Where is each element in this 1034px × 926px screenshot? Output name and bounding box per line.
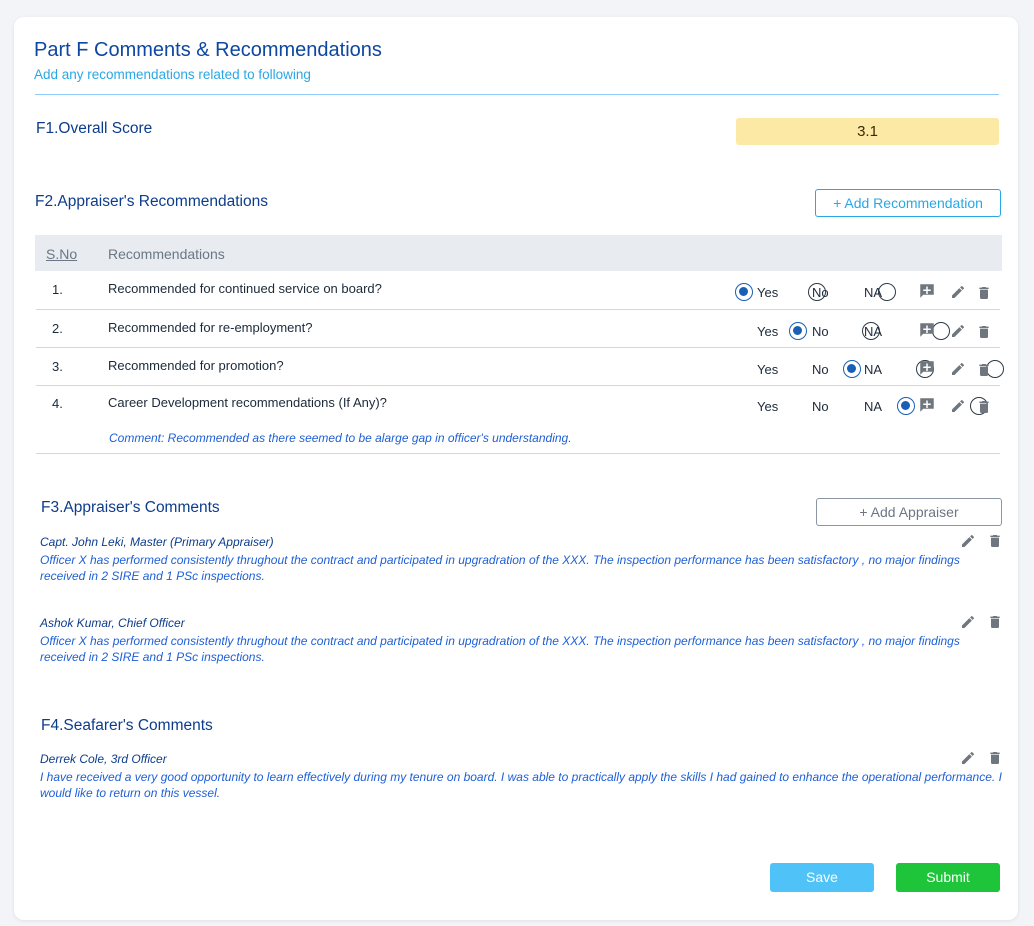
comment-text: Officer X has performed consistently thr… <box>40 634 960 664</box>
pencil-icon[interactable] <box>960 533 978 551</box>
recommendation-question: Recommended for re-employment? <box>108 320 313 335</box>
row-sno: 3. <box>52 359 63 374</box>
pencil-icon[interactable] <box>950 323 968 341</box>
add-appraiser-button[interactable]: + Add Appraiser <box>816 498 1002 526</box>
add-comment-icon[interactable] <box>918 321 936 339</box>
column-header-recommendations: Recommendations <box>108 246 225 262</box>
add-comment-icon[interactable] <box>918 396 936 414</box>
radio-label-yes: Yes <box>757 324 779 339</box>
radio-label-no: No <box>812 362 829 377</box>
row-divider <box>36 453 1000 454</box>
radio-label-no: No <box>812 324 829 339</box>
radio-label-yes: Yes <box>757 285 779 300</box>
column-header-sno[interactable]: S.No <box>46 246 77 262</box>
radio-label-no: No <box>812 285 829 300</box>
radio-label-na: NA <box>864 399 883 414</box>
trash-icon[interactable] <box>987 750 1005 768</box>
radio-yes[interactable] <box>735 283 753 301</box>
recommendations-card: Part F Comments & Recommendations Add an… <box>14 17 1018 920</box>
comment-text: I have received a very good opportunity … <box>40 770 1002 800</box>
trash-icon[interactable] <box>987 533 1005 551</box>
recommendation-comment: Comment: Recommended as there seemed to … <box>109 431 572 445</box>
trash-icon[interactable] <box>987 614 1005 632</box>
header-divider <box>35 94 999 95</box>
trash-icon[interactable] <box>976 399 994 417</box>
f4-heading: F4.Seafarer's Comments <box>41 717 213 734</box>
comment-author: Ashok Kumar, Chief Officer <box>40 616 185 630</box>
radio-label-na: NA <box>864 362 883 377</box>
row-divider <box>36 309 1000 310</box>
recommendation-question: Recommended for continued service on boa… <box>108 281 382 296</box>
trash-icon[interactable] <box>976 362 994 380</box>
page-subtitle: Add any recommendations related to follo… <box>34 67 311 82</box>
pencil-icon[interactable] <box>950 361 968 379</box>
add-recommendation-button[interactable]: + Add Recommendation <box>815 189 1001 217</box>
radio-label-yes: Yes <box>757 362 779 377</box>
comment-author: Derrek Cole, 3rd Officer <box>40 752 167 766</box>
recommendation-question: Recommended for promotion? <box>108 358 284 373</box>
radio-yes[interactable] <box>843 360 861 378</box>
row-sno: 4. <box>52 396 63 411</box>
trash-icon[interactable] <box>976 285 994 303</box>
trash-icon[interactable] <box>976 324 994 342</box>
save-button[interactable]: Save <box>770 863 874 892</box>
row-divider <box>36 347 1000 348</box>
radio-label-na: NA <box>864 324 883 339</box>
f1-heading: F1.Overall Score <box>36 120 153 137</box>
page-title: Part F Comments & Recommendations <box>34 39 382 61</box>
f2-heading: F2.Appraiser's Recommendations <box>35 193 268 210</box>
recommendation-question: Career Development recommendations (If A… <box>108 395 387 410</box>
row-sno: 1. <box>52 282 63 297</box>
radio-yes[interactable] <box>897 397 915 415</box>
add-comment-icon[interactable] <box>918 282 936 300</box>
f3-heading: F3.Appraiser's Comments <box>41 499 220 516</box>
recommendations-table-body: 1. Recommended for continued service on b… <box>14 17 1018 454</box>
radio-label-yes: Yes <box>757 399 779 414</box>
pencil-icon[interactable] <box>960 750 978 768</box>
pencil-icon[interactable] <box>960 614 978 632</box>
radio-label-na: NA <box>864 285 883 300</box>
recommendations-table-header: S.No Recommendations <box>35 235 1002 271</box>
comment-text: Officer X has performed consistently thr… <box>40 553 960 583</box>
add-comment-icon[interactable] <box>918 359 936 377</box>
row-divider <box>36 385 1000 386</box>
overall-score-value: 3.1 <box>736 118 999 145</box>
pencil-icon[interactable] <box>950 284 968 302</box>
submit-button[interactable]: Submit <box>896 863 1000 892</box>
pencil-icon[interactable] <box>950 398 968 416</box>
row-sno: 2. <box>52 321 63 336</box>
comment-author: Capt. John Leki, Master (Primary Apprais… <box>40 535 274 549</box>
radio-yes[interactable] <box>789 322 807 340</box>
radio-label-no: No <box>812 399 829 414</box>
